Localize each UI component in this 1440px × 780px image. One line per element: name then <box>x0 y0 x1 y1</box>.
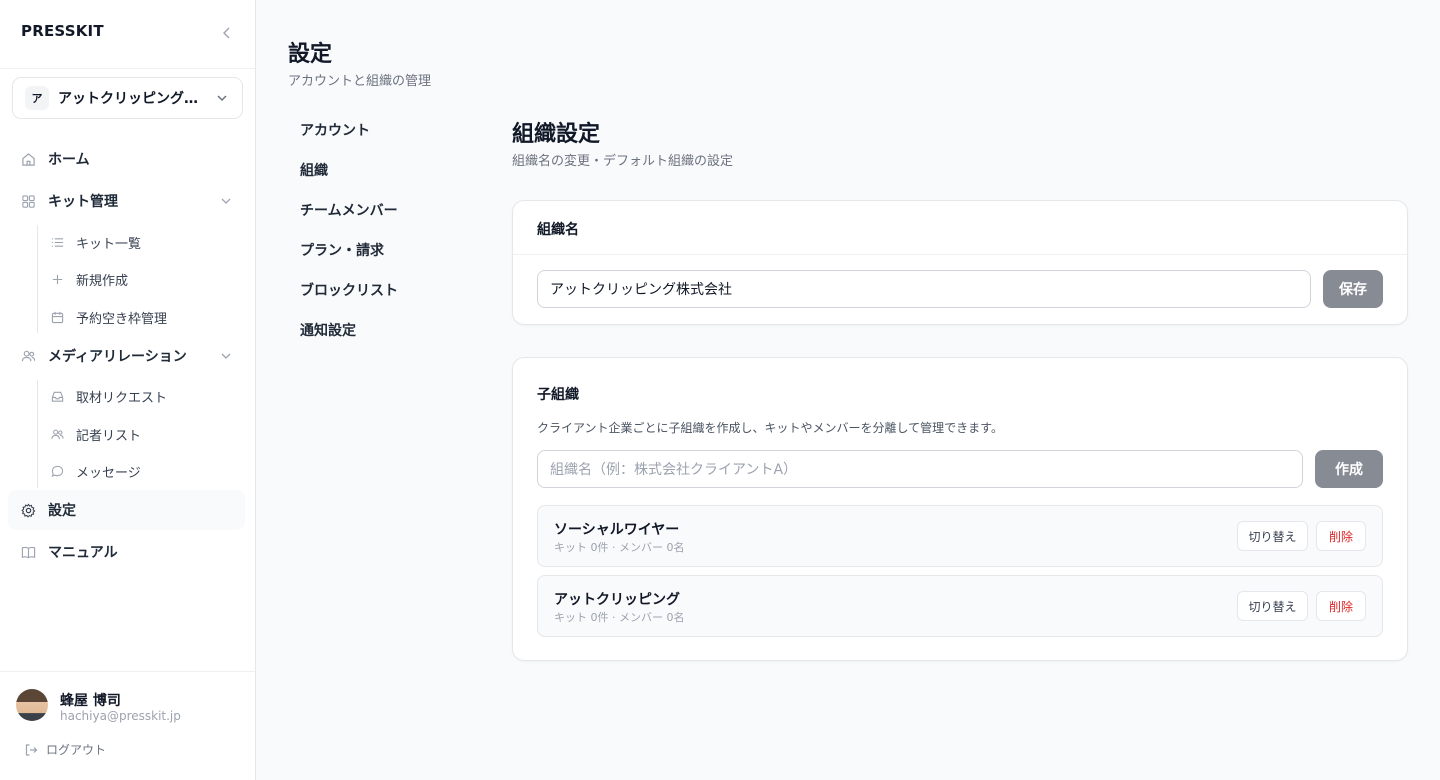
settings-tab-team-members[interactable]: チームメンバー <box>300 199 398 221</box>
users-icon <box>20 348 36 364</box>
sidebar-subitem-slots[interactable]: 予約空き枠管理 <box>50 303 167 331</box>
submenu-guide <box>37 225 38 333</box>
settings-tab-organization[interactable]: 組織 <box>300 159 328 181</box>
sidebar-subitem-label: 記者リスト <box>76 428 142 444</box>
sidebar-subitem-journalists[interactable]: 記者リスト <box>50 420 141 448</box>
sidebar-item-label: 設定 <box>48 503 76 519</box>
home-icon <box>20 151 36 167</box>
page-subtitle: アカウントと組織の管理 <box>288 74 432 89</box>
gear-icon <box>20 502 36 518</box>
sidebar-item-kit-management[interactable]: キット管理 <box>8 181 245 221</box>
avatar[interactable] <box>16 689 48 721</box>
org-switcher-name: アットクリッピング株式会社 <box>58 91 208 107</box>
child-org-name: ソーシャルワイヤー <box>554 522 680 538</box>
sidebar-subitem-label: 予約空き枠管理 <box>76 311 168 327</box>
user-name: 蜂屋 博司 <box>60 693 121 709</box>
sidebar-subitem-messages[interactable]: メッセージ <box>50 457 141 485</box>
brand-logo: PRESSKIT <box>21 22 104 40</box>
sidebar-subitem-label: キット一覧 <box>76 236 142 252</box>
child-orgs-card: 子組織 クライアント企業ごとに子組織を作成し、キットやメンバーを分離して管理でき… <box>512 357 1408 661</box>
switch-button[interactable]: 切り替え <box>1237 521 1308 551</box>
grid-icon <box>20 193 36 209</box>
sidebar-item-label: マニュアル <box>48 545 118 561</box>
divider <box>0 68 255 69</box>
page-title: 設定 <box>288 42 333 67</box>
sidebar-item-label: ホーム <box>48 152 90 168</box>
sidebar-item-label: キット管理 <box>48 194 118 210</box>
message-icon <box>50 464 64 478</box>
logout-icon <box>25 743 38 756</box>
card-heading: 組織名 <box>537 222 579 238</box>
sidebar-item-label: メディアリレーション <box>48 349 187 365</box>
calendar-icon <box>50 310 64 324</box>
list-icon <box>50 235 64 249</box>
org-switcher[interactable]: ア アットクリッピング株式会社 <box>12 77 243 119</box>
chevron-left-icon <box>223 27 230 39</box>
section-subtitle: 組織名の変更・デフォルト組織の設定 <box>512 154 734 169</box>
card-heading: 子組織 <box>537 387 579 403</box>
switch-button[interactable]: 切り替え <box>1237 591 1308 621</box>
org-name-card: 組織名 アットクリッピング株式会社 保存 <box>512 200 1408 325</box>
settings-tab-notifications[interactable]: 通知設定 <box>300 319 356 341</box>
org-name-input[interactable]: アットクリッピング株式会社 <box>537 270 1311 308</box>
sidebar-subitem-kit-list[interactable]: キット一覧 <box>50 228 141 256</box>
sidebar-item-media-relations[interactable]: メディアリレーション <box>8 336 245 376</box>
plus-icon <box>50 272 64 286</box>
card-description: クライアント企業ごとに子組織を作成し、キットやメンバーを分離して管理できます。 <box>537 421 1003 435</box>
save-button[interactable]: 保存 <box>1323 270 1383 308</box>
child-org-meta: キット 0件 · メンバー 0名 <box>554 541 685 554</box>
sidebar: PRESSKIT ア アットクリッピング株式会社 ホーム キット管理 キット一覧… <box>0 0 256 780</box>
delete-button[interactable]: 削除 <box>1316 591 1366 621</box>
user-email: hachiya@presskit.jp <box>60 709 181 723</box>
sidebar-subitem-requests[interactable]: 取材リクエスト <box>50 382 167 410</box>
list-item: ソーシャルワイヤー キット 0件 · メンバー 0名 切り替え 削除 <box>537 505 1383 567</box>
child-org-meta: キット 0件 · メンバー 0名 <box>554 611 685 624</box>
submenu-guide <box>37 380 38 488</box>
chevron-down-icon <box>221 353 231 359</box>
section-title: 組織設定 <box>512 122 601 147</box>
sidebar-subitem-label: 取材リクエスト <box>76 390 168 406</box>
sidebar-subitem-new[interactable]: 新規作成 <box>50 265 128 293</box>
delete-button[interactable]: 削除 <box>1316 521 1366 551</box>
sidebar-subitem-label: 新規作成 <box>76 273 129 289</box>
sidebar-item-manual[interactable]: マニュアル <box>8 532 245 572</box>
child-org-name: アットクリッピング <box>554 592 680 608</box>
users-icon <box>50 427 64 441</box>
inbox-icon <box>50 389 64 403</box>
sidebar-subitem-label: メッセージ <box>76 465 141 481</box>
settings-tab-account[interactable]: アカウント <box>300 119 370 141</box>
logout-button[interactable]: ログアウト <box>24 741 106 758</box>
org-avatar: ア <box>25 86 49 110</box>
create-button[interactable]: 作成 <box>1315 450 1383 488</box>
chevron-down-icon <box>217 95 227 102</box>
book-icon <box>20 544 36 560</box>
settings-tab-blocklist[interactable]: ブロックリスト <box>300 279 398 301</box>
sidebar-item-home[interactable]: ホーム <box>8 139 245 179</box>
collapse-sidebar-button[interactable] <box>218 22 236 44</box>
logout-label: ログアウト <box>46 743 107 757</box>
divider <box>513 254 1407 255</box>
sidebar-item-settings[interactable]: 設定 <box>8 490 245 530</box>
child-org-name-input[interactable]: 組織名（例：株式会社クライアントA） <box>537 450 1303 488</box>
list-item: アットクリッピング キット 0件 · メンバー 0名 切り替え 削除 <box>537 575 1383 637</box>
divider <box>0 671 255 672</box>
chevron-down-icon <box>221 198 231 204</box>
settings-tab-billing[interactable]: プラン・請求 <box>300 239 384 261</box>
